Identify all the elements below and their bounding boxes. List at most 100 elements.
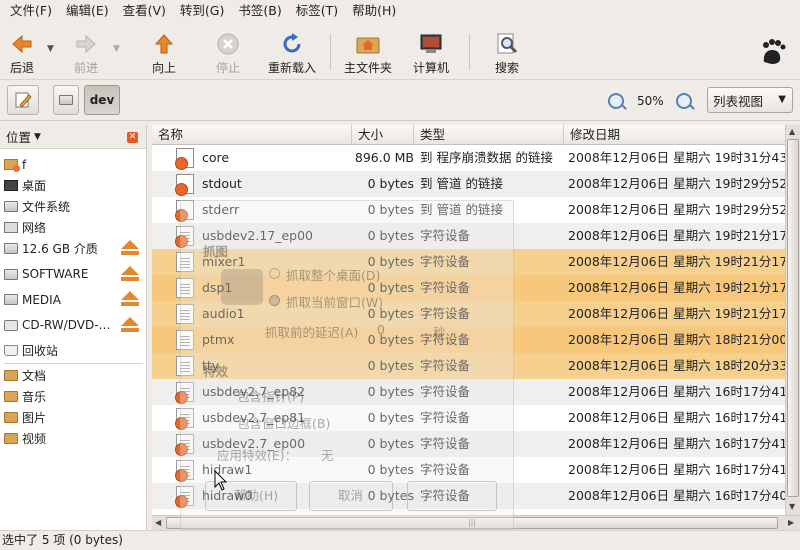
- toolbar: 后退 ▼ 前进 ▼ 向上 停止 重新载入 主文件夹 计算机 搜索: [0, 22, 800, 80]
- sidebar-item[interactable]: f: [0, 154, 147, 175]
- view-mode-select[interactable]: 列表视图 ▼: [707, 87, 793, 113]
- sidebar-item[interactable]: 桌面: [0, 175, 147, 196]
- file-row[interactable]: stderr 0 bytes 到 管道 的链接 2008年12月06日 星期六 19时…: [152, 197, 785, 223]
- path-current-label: dev: [89, 93, 115, 107]
- eject-icon[interactable]: [120, 291, 140, 307]
- scroll-up-icon[interactable]: ▲: [789, 127, 795, 136]
- sidebar-item[interactable]: 音乐: [0, 386, 147, 407]
- device-file-icon: [176, 304, 194, 324]
- menu-view[interactable]: 查看(V): [117, 0, 172, 22]
- file-size: 0 bytes: [367, 462, 414, 477]
- file-name: tty: [202, 358, 220, 373]
- reload-button[interactable]: 重新载入: [262, 26, 322, 76]
- file-row[interactable]: hidraw0 0 bytes 字符设备 2008年12月06日 星期六 16时17分…: [152, 483, 785, 509]
- home-button[interactable]: 主文件夹: [340, 26, 396, 76]
- eject-icon[interactable]: [120, 316, 140, 333]
- file-row[interactable]: stdout 0 bytes 到 管道 的链接 2008年12月06日 星期六 19时…: [152, 171, 785, 197]
- sidebar-item[interactable]: SOFTWARE: [0, 264, 147, 285]
- up-label: 向上: [151, 61, 176, 75]
- menu-go[interactable]: 转到(G): [174, 0, 230, 22]
- chevron-down-icon: ▼: [778, 94, 786, 105]
- file-size: 0 bytes: [367, 358, 414, 373]
- sidebar-item[interactable]: 文档: [0, 365, 147, 386]
- back-history-dropdown[interactable]: ▼: [47, 44, 54, 54]
- file-type: 到 管道 的链接: [420, 176, 503, 191]
- horizontal-scrollbar[interactable]: ◀ ||| ▶: [152, 515, 800, 530]
- menu-edit[interactable]: 编辑(E): [60, 0, 115, 22]
- zoom-level[interactable]: 50%: [637, 94, 664, 108]
- sidebar-item[interactable]: 视频: [0, 428, 147, 449]
- file-type: 字符设备: [420, 410, 471, 425]
- sidebar-title[interactable]: 位置: [6, 127, 31, 146]
- menu-bookmarks[interactable]: 书签(B): [232, 0, 287, 22]
- sidebar-item[interactable]: MEDIA: [0, 289, 147, 310]
- toggle-location-entry-button[interactable]: [7, 85, 39, 115]
- column-header-size[interactable]: 大小: [352, 125, 414, 145]
- folder-icon: [4, 391, 18, 402]
- menu-help[interactable]: 帮助(H): [346, 0, 402, 22]
- sidebar-item[interactable]: 文件系统: [0, 196, 147, 217]
- device-file-icon: [176, 252, 194, 272]
- file-row[interactable]: mixer1 0 bytes 字符设备 2008年12月06日 星期六 19时21分1…: [152, 249, 785, 275]
- file-modified: 2008年12月06日 星期六 19时29分52: [568, 176, 785, 191]
- sidebar-item[interactable]: 12.6 GB 介质: [0, 238, 147, 259]
- path-current-button[interactable]: dev: [84, 85, 120, 115]
- sidebar-item-label: 音乐: [22, 390, 47, 404]
- file-type: 字符设备: [420, 332, 471, 347]
- sidebar-item[interactable]: 回收站: [0, 340, 147, 361]
- back-button[interactable]: 后退: [6, 26, 38, 76]
- horizontal-scroll-thumb[interactable]: |||: [166, 517, 778, 529]
- stop-icon: [216, 32, 240, 56]
- column-header-type[interactable]: 类型: [414, 125, 564, 145]
- column-header-name[interactable]: 名称: [152, 125, 352, 145]
- menu-tabs[interactable]: 标签(T): [290, 0, 344, 22]
- file-modified: 2008年12月06日 星期六 19时21分17: [568, 228, 785, 243]
- vertical-scroll-thumb[interactable]: [787, 139, 799, 497]
- sidebar-item-label: MEDIA: [22, 292, 61, 307]
- file-row[interactable]: usbdev2.7_ep82 0 bytes 字符设备 2008年12月06日 星期六…: [152, 379, 785, 405]
- path-root-button[interactable]: [53, 85, 79, 115]
- device-file-icon: [176, 278, 194, 298]
- eject-icon[interactable]: [120, 265, 140, 282]
- scroll-right-icon[interactable]: ▶: [788, 518, 794, 527]
- sidebar-item-label: SOFTWARE: [22, 267, 89, 281]
- chevron-down-icon[interactable]: ▼: [34, 132, 41, 142]
- file-row[interactable]: dsp1 0 bytes 字符设备 2008年12月06日 星期六 19时21分17: [152, 275, 785, 301]
- file-row[interactable]: usbdev2.7_ep00 0 bytes 字符设备 2008年12月06日 星期六…: [152, 431, 785, 457]
- zoom-out-icon[interactable]: [608, 93, 624, 109]
- file-row[interactable]: usbdev2.7_ep81 0 bytes 字符设备 2008年12月06日 星期六…: [152, 405, 785, 431]
- file-row[interactable]: ptmx 0 bytes 字符设备 2008年12月06日 星期六 18时21分00: [152, 327, 785, 353]
- sidebar-item-label: 回收站: [22, 344, 59, 358]
- eject-icon[interactable]: [120, 240, 140, 256]
- sidebar-item[interactable]: CD-RW/DVD-…: [0, 315, 147, 336]
- file-row[interactable]: tty 0 bytes 字符设备 2008年12月06日 星期六 18时20分33: [152, 353, 785, 379]
- file-row[interactable]: hidraw1 0 bytes 字符设备 2008年12月06日 星期六 16时17分…: [152, 457, 785, 483]
- close-icon[interactable]: ✕: [127, 132, 138, 143]
- forward-button[interactable]: 前进: [70, 26, 102, 76]
- file-row[interactable]: usbdev2.17_ep00 0 bytes 字符设备 2008年12月06日 星期…: [152, 223, 785, 249]
- file-row[interactable]: audio1 0 bytes 字符设备 2008年12月06日 星期六 19时21分1…: [152, 301, 785, 327]
- symlink-file-icon: [175, 408, 194, 430]
- computer-button[interactable]: 计算机: [408, 26, 454, 76]
- search-button[interactable]: 搜索: [490, 26, 524, 76]
- file-modified: 2008年12月06日 星期六 16时17分41: [568, 410, 785, 425]
- file-name: stdout: [202, 176, 242, 191]
- forward-history-dropdown[interactable]: ▼: [113, 44, 120, 54]
- column-header-modified[interactable]: 修改日期: [564, 125, 785, 145]
- scroll-left-icon[interactable]: ◀: [155, 518, 161, 527]
- reload-label: 重新载入: [267, 61, 316, 75]
- drive-icon: [4, 294, 18, 305]
- toolbar-separator: [469, 34, 470, 70]
- file-type: 字符设备: [420, 358, 471, 373]
- file-row[interactable]: core 896.0 MB 到 程序崩溃数据 的链接 2008年12月06日 星期六 …: [152, 145, 785, 171]
- sidebar-item[interactable]: 网络: [0, 217, 147, 238]
- menu-file[interactable]: 文件(F): [4, 0, 58, 22]
- zoom-in-icon[interactable]: [676, 93, 692, 109]
- scroll-down-icon[interactable]: ▼: [789, 502, 795, 511]
- gnome-logo-icon: [758, 36, 788, 66]
- sidebar-item[interactable]: 图片: [0, 407, 147, 428]
- vertical-scrollbar[interactable]: ▲ ▼: [785, 125, 800, 515]
- up-button[interactable]: 向上: [148, 26, 180, 76]
- stop-button[interactable]: 停止: [212, 26, 244, 76]
- file-modified: 2008年12月06日 星期六 18时21分00: [568, 332, 785, 347]
